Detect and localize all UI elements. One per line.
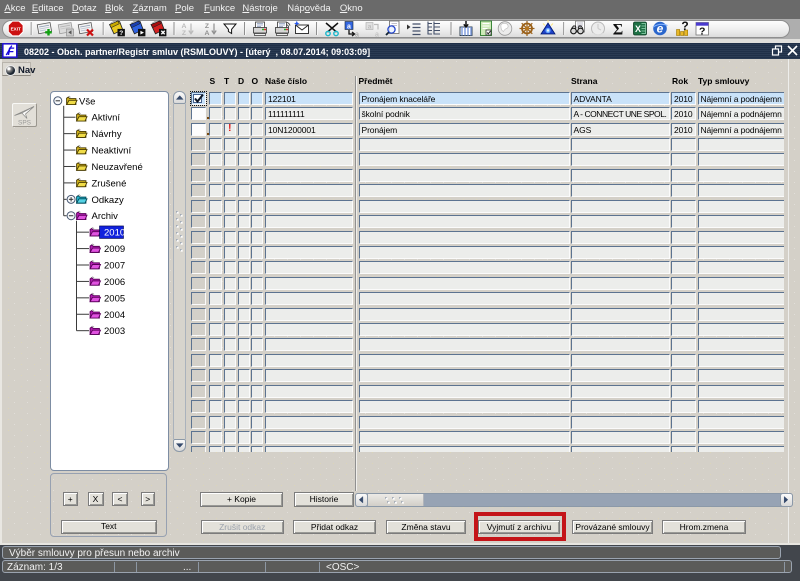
svg-text:X: X bbox=[635, 24, 641, 34]
svg-text:Σ: Σ bbox=[613, 22, 623, 39]
svg-text:a: a bbox=[375, 32, 379, 39]
svg-text:e: e bbox=[657, 22, 664, 36]
svg-text:?: ? bbox=[699, 26, 705, 38]
svg-text:Z: Z bbox=[182, 30, 186, 37]
svg-text:a: a bbox=[368, 24, 372, 31]
svg-text:?: ? bbox=[681, 19, 688, 33]
svg-text:a: a bbox=[347, 24, 351, 31]
svg-text:?: ? bbox=[119, 30, 123, 37]
svg-text:A: A bbox=[182, 23, 187, 30]
svg-text:Z: Z bbox=[205, 23, 209, 30]
svg-text:a: a bbox=[355, 32, 359, 39]
svg-text:EXIT: EXIT bbox=[11, 27, 21, 32]
svg-text:A: A bbox=[205, 30, 210, 37]
